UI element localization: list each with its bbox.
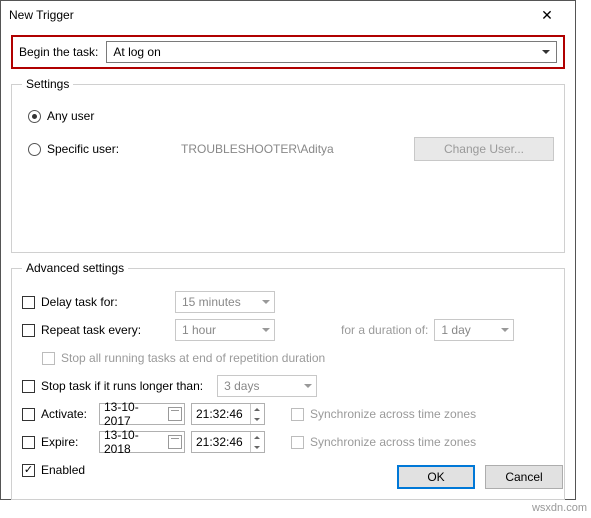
sync-tz-label-2: Synchronize across time zones — [310, 435, 476, 449]
delay-label: Delay task for: — [41, 295, 169, 309]
chevron-down-icon — [262, 300, 270, 304]
begin-task-row: Begin the task: At log on — [11, 35, 565, 69]
any-user-label: Any user — [47, 109, 94, 123]
time-spinner[interactable] — [250, 404, 262, 424]
calendar-icon — [168, 435, 182, 449]
specific-user-label: Specific user: — [47, 142, 119, 156]
delay-combo[interactable]: 15 minutes — [175, 291, 275, 313]
expire-time-input[interactable]: 21:32:46 — [191, 431, 265, 453]
enabled-label: Enabled — [41, 463, 85, 477]
begin-task-label: Begin the task: — [19, 45, 98, 59]
expire-date-input[interactable]: 13-10-2018 — [99, 431, 185, 453]
begin-task-value: At log on — [113, 45, 160, 59]
chevron-down-icon — [501, 328, 509, 332]
duration-combo[interactable]: 1 day — [434, 319, 514, 341]
delay-checkbox[interactable] — [22, 296, 35, 309]
radio-icon — [28, 110, 41, 123]
repeat-label: Repeat task every: — [41, 323, 169, 337]
any-user-option[interactable]: Any user — [28, 109, 554, 123]
activate-time-input[interactable]: 21:32:46 — [191, 403, 265, 425]
stop-if-combo[interactable]: 3 days — [217, 375, 317, 397]
expire-label: Expire: — [41, 435, 93, 449]
stop-all-label: Stop all running tasks at end of repetit… — [61, 351, 325, 365]
specific-user-value: TROUBLESHOOTER\Aditya — [125, 142, 408, 156]
cancel-button[interactable]: Cancel — [485, 465, 563, 489]
specific-user-option[interactable]: Specific user: — [28, 142, 119, 156]
settings-legend: Settings — [22, 77, 73, 91]
activate-date-input[interactable]: 13-10-2017 — [99, 403, 185, 425]
duration-label: for a duration of: — [341, 323, 428, 337]
sync-tz-checkbox-1 — [291, 408, 304, 421]
titlebar: New Trigger ✕ — [1, 1, 575, 29]
chevron-down-icon — [542, 50, 550, 54]
sync-tz-label-1: Synchronize across time zones — [310, 407, 476, 421]
change-user-button: Change User... — [414, 137, 554, 161]
close-icon: ✕ — [541, 7, 553, 24]
begin-task-select[interactable]: At log on — [106, 41, 557, 63]
advanced-legend: Advanced settings — [22, 261, 128, 275]
repeat-checkbox[interactable] — [22, 324, 35, 337]
activate-checkbox[interactable] — [22, 408, 35, 421]
calendar-icon — [168, 407, 182, 421]
dialog-footer: OK Cancel — [397, 465, 563, 489]
new-trigger-dialog: New Trigger ✕ Begin the task: At log on … — [0, 0, 576, 500]
repeat-combo[interactable]: 1 hour — [175, 319, 275, 341]
chevron-down-icon — [262, 328, 270, 332]
stop-all-checkbox — [42, 352, 55, 365]
time-spinner[interactable] — [250, 432, 262, 452]
activate-label: Activate: — [41, 407, 93, 421]
radio-icon — [28, 143, 41, 156]
watermark: wsxdn.com — [532, 502, 587, 514]
stop-if-label: Stop task if it runs longer than: — [41, 379, 203, 393]
expire-checkbox[interactable] — [22, 436, 35, 449]
close-button[interactable]: ✕ — [527, 1, 567, 29]
window-title: New Trigger — [9, 8, 527, 22]
ok-button[interactable]: OK — [397, 465, 475, 489]
sync-tz-checkbox-2 — [291, 436, 304, 449]
enabled-checkbox[interactable] — [22, 464, 35, 477]
chevron-down-icon — [304, 384, 312, 388]
settings-group: Settings Any user Specific user: TROUBLE… — [11, 77, 565, 253]
stop-if-checkbox[interactable] — [22, 380, 35, 393]
